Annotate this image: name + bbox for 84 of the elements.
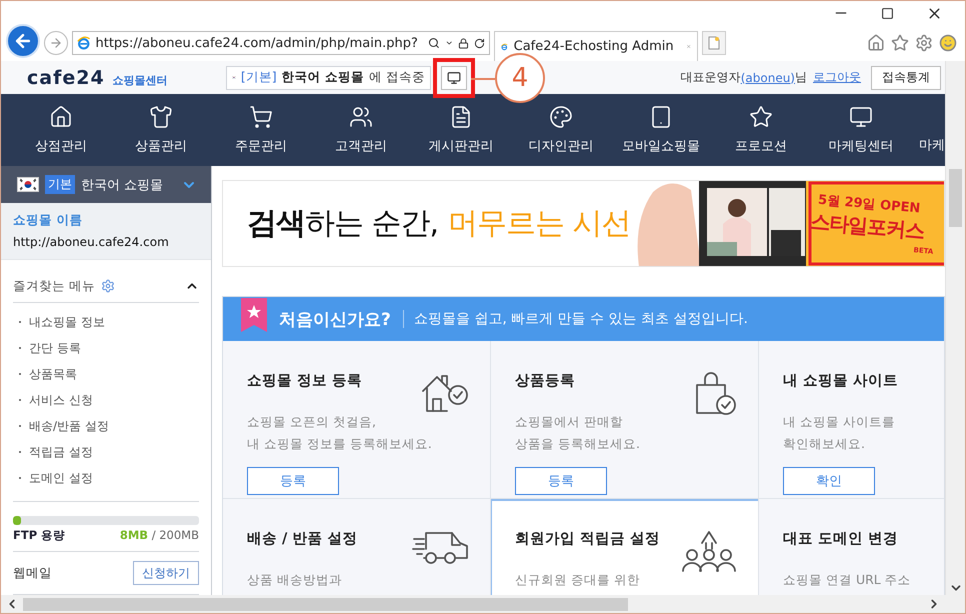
shirt-icon [149,105,173,129]
user-role: 대표운영자 [680,69,741,86]
favorite-link[interactable]: 내쇼핑몰 정보 [13,309,105,335]
shop-url: http://aboneu.cafe24.com [13,235,170,249]
truck-icon [412,529,470,565]
settings-icon[interactable] [915,34,933,52]
nav-item[interactable]: 모바일쇼핑몰 [611,94,711,166]
favorite-link[interactable]: 간단 등록 [13,335,81,361]
star-icon[interactable] [891,34,909,52]
card-title: 상품등록 [515,372,575,390]
nav-item[interactable]: 프로모션 [711,94,811,166]
forward-button[interactable] [44,31,68,55]
card-description: 쇼핑몰에서 판매할 상품을 등록해보세요. [515,413,641,453]
logout-link[interactable]: 로그아웃 [813,69,861,86]
logo[interactable]: cafe24 [27,66,105,88]
card-button[interactable]: 등록 [515,467,607,495]
shop-status: [기본] 한국어 쇼핑몰 에 접속중 [226,66,431,90]
card-description: 쇼핑몰 연결 URL 주소 [783,571,912,589]
new-tab-button[interactable] [702,31,726,55]
shop-selector[interactable]: 기본 한국어 쇼핑몰 [1,166,211,203]
nav-item[interactable]: 상품관리 [111,94,211,166]
scroll-thumb[interactable] [23,598,628,610]
card-description: 쇼핑몰 오픈의 첫걸음, 내 쇼핑몰 정보를 등록해보세요. [247,413,433,453]
monitor-button[interactable] [441,66,467,90]
favorite-link[interactable]: 적립금 설정 [13,439,93,465]
card-description: 상품 배송방법과 [247,571,343,589]
flag-icon [17,177,39,192]
cart-icon [249,105,273,129]
favorites-title: 즐겨찾는 메뉴 [13,278,95,294]
callout-line [471,78,495,80]
bookmark-star-icon [241,298,267,332]
address-field[interactable]: https://aboneu.cafe24.com/admin/php/main.php? [72,31,490,55]
nav-item[interactable]: 마케팅센터 [811,94,911,166]
browser-logo-icon [77,35,90,51]
favorite-link[interactable]: 상품목록 [13,361,77,387]
nav-item[interactable]: 고객관리 [311,94,411,166]
nav-item[interactable]: 상점관리 [11,94,111,166]
star-icon [749,105,773,129]
user-id-link[interactable]: (aboneu) [740,70,795,84]
card-title: 쇼핑몰 정보 등록 [247,372,362,390]
favorite-link[interactable]: 배송/반품 설정 [13,413,109,439]
page-icon [708,36,720,50]
ftp-label: FTP 용량 [13,528,66,542]
card-title: 내 쇼핑몰 사이트 [783,372,898,390]
nav-item[interactable]: 주문관리 [211,94,311,166]
favorite-link[interactable]: 서비스 신청 [13,387,93,413]
apply-button[interactable]: 신청하기 [133,561,199,585]
forward-arrow-icon [49,36,63,50]
nav-item[interactable]: 마케 [911,94,945,166]
lock-icon [458,36,470,50]
setup-subtitle: 쇼핑몰을 쉽고, 빠르게 만들 수 있는 최초 설정입니다. [402,310,748,328]
gear-icon[interactable] [100,279,115,293]
banner-headline: 검색하는 순간, [247,205,438,243]
stamp-date: 5월 29일 OPEN [817,192,921,216]
card-description: 내 쇼핑몰 사이트를 확인해보세요. [783,413,896,453]
card-title: 대표 도메인 변경 [783,530,898,548]
home-icon[interactable] [867,34,885,52]
monitor-icon [849,105,873,129]
vertical-scrollbar[interactable] [945,61,965,595]
favorite-link[interactable]: 도메인 설정 [13,465,93,491]
house-icon [49,105,73,129]
card-title: 회원가입 적립금 설정 [515,530,660,548]
refresh-icon [474,36,485,50]
ftp-usage: 8MB / 200MB [120,528,199,542]
banner-highlight: 머무르는 시선 [448,205,631,243]
scroll-thumb[interactable] [949,169,962,227]
shop-name-label: 쇼핑몰 이름 [13,212,84,229]
card-title: 배송 / 반품 설정 [247,530,358,548]
search-icon [428,36,440,50]
maximize-icon[interactable] [881,6,894,20]
palette-icon [549,105,573,129]
user-suffix: 님 [795,69,807,86]
back-button[interactable] [6,24,40,58]
card-button[interactable]: 확인 [783,467,875,495]
monitor-icon [447,70,461,84]
setup-title: 처음이신가요? [279,308,391,330]
people-icon [349,105,373,129]
card-button[interactable]: 등록 [247,467,339,495]
webmail-label: 웹메일 [13,564,52,582]
stats-button[interactable]: 접속통계 [871,66,941,90]
logo-subtitle: 쇼핑몰센터 [112,72,168,88]
card-description: 신규회원 증대를 위한 [515,571,641,589]
smiley-icon[interactable] [939,34,957,52]
people-arrow-icon [680,529,738,573]
